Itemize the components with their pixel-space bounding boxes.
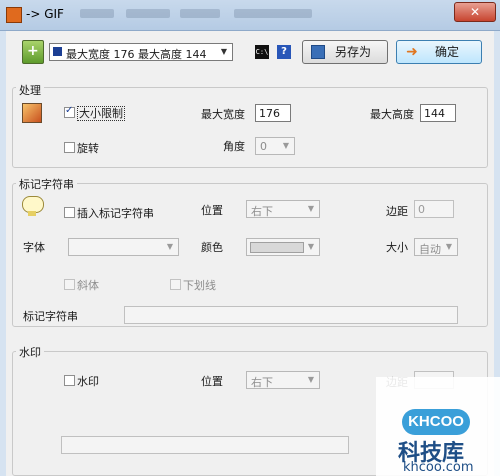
preset-value: 最大宽度 176 最大高度 144 (66, 48, 207, 61)
insert-mark-checkbox[interactable] (64, 207, 75, 218)
watermark-checkbox[interactable] (64, 375, 75, 386)
mark-margin-input[interactable]: 0 (414, 200, 454, 218)
blurred-menu (234, 9, 312, 18)
rotate-checkbox[interactable] (64, 142, 75, 153)
angle-select[interactable]: 0 ▼ (255, 137, 295, 155)
chevron-down-icon: ▼ (220, 47, 228, 56)
rotate-label: 旋转 (77, 142, 99, 155)
underline-label: 下划线 (183, 279, 216, 292)
preset-select[interactable]: 最大宽度 176 最大高度 144 ▼ (49, 43, 233, 61)
mark-string-input[interactable] (124, 306, 458, 324)
watermark-title: 水印 (16, 344, 44, 360)
blurred-menu (180, 9, 220, 18)
help-icon[interactable]: ? (277, 45, 291, 59)
chevron-down-icon: ▼ (445, 242, 453, 251)
font-select[interactable]: ▼ (68, 238, 179, 256)
max-height-label: 最大高度 (370, 108, 414, 121)
font-label: 字体 (23, 241, 45, 254)
image-edit-icon (22, 103, 42, 123)
italic-label: 斜体 (77, 279, 99, 292)
save-as-button[interactable]: 另存为 (302, 40, 388, 64)
underline-checkbox[interactable] (170, 279, 181, 290)
title-bar: -> GIF ✕ (0, 0, 500, 31)
site-url: khcoo.com (403, 460, 474, 475)
ok-label: 确定 (434, 45, 459, 59)
cmd-icon[interactable]: C:\ (255, 45, 269, 59)
size-limit-checkbox[interactable] (64, 105, 75, 118)
watermark-path-input[interactable] (61, 436, 349, 454)
chevron-down-icon: ▼ (307, 375, 315, 384)
blurred-menu (126, 9, 170, 18)
angle-value: 0 (260, 140, 267, 153)
size-limit-label: 大小限制 (77, 106, 125, 121)
khcoo-logo: KHCOO (402, 409, 470, 435)
site-watermark: KHCOO 科技库 khcoo.com (376, 377, 500, 476)
size-label: 大小 (386, 241, 408, 254)
mark-string-title: 标记字符串 (16, 176, 77, 192)
chevron-down-icon: ▼ (307, 242, 315, 251)
size-value: 自动 (419, 243, 441, 256)
color-select[interactable]: ▼ (246, 238, 320, 256)
close-button[interactable]: ✕ (454, 2, 496, 22)
preset-swatch-icon (53, 47, 62, 56)
processing-title: 处理 (16, 82, 44, 98)
ok-button[interactable]: ➜ 确定 (396, 40, 482, 64)
color-swatch (250, 242, 304, 253)
mark-margin-label: 边距 (386, 205, 408, 218)
mark-position-value: 右下 (251, 205, 273, 218)
watermark-position-value: 右下 (251, 376, 273, 389)
preset-icon (22, 40, 44, 64)
mark-position-label: 位置 (201, 204, 223, 217)
max-width-input[interactable]: 176 (255, 104, 291, 122)
chevron-down-icon: ▼ (282, 141, 290, 150)
max-width-label: 最大宽度 (201, 108, 245, 121)
save-as-label: 另存为 (334, 45, 371, 59)
arrow-right-icon: ➜ (406, 44, 418, 60)
app-icon (6, 7, 22, 23)
size-select[interactable]: 自动 ▼ (414, 238, 458, 256)
blurred-menu (80, 9, 114, 18)
save-icon (311, 45, 325, 59)
italic-checkbox[interactable] (64, 279, 75, 290)
insert-mark-label: 插入标记字符串 (77, 207, 154, 220)
watermark-position-select[interactable]: 右下 ▼ (246, 371, 320, 389)
mark-string-field-label: 标记字符串 (23, 310, 78, 323)
max-height-input[interactable]: 144 (420, 104, 456, 122)
angle-label: 角度 (223, 140, 245, 153)
chevron-down-icon: ▼ (166, 242, 174, 251)
window-title: -> GIF (26, 7, 64, 21)
mark-position-select[interactable]: 右下 ▼ (246, 200, 320, 218)
speech-bubble-icon (22, 196, 46, 218)
watermark-position-label: 位置 (201, 375, 223, 388)
color-label: 颜色 (201, 241, 223, 254)
watermark-label: 水印 (77, 375, 99, 388)
chevron-down-icon: ▼ (307, 204, 315, 213)
